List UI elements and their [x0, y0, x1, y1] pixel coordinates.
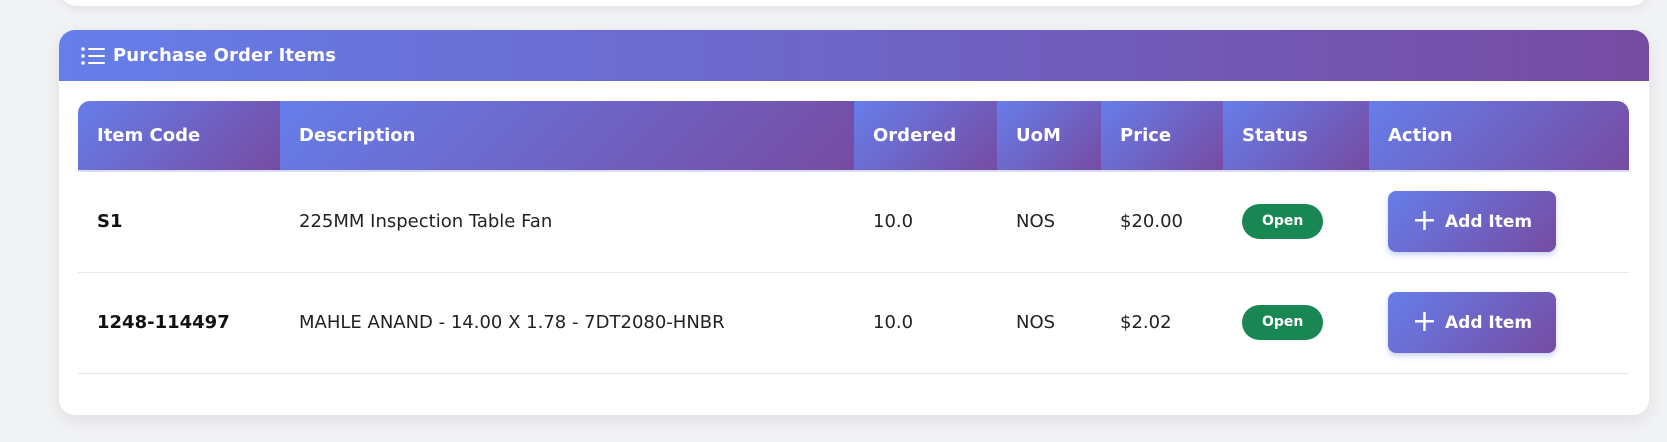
- status-cell: Open: [1223, 171, 1369, 273]
- status-cell: Open: [1223, 272, 1369, 374]
- item-code-cell: S1: [78, 171, 280, 273]
- plus-icon: +: [1411, 202, 1438, 238]
- description-cell: 225MM Inspection Table Fan: [280, 171, 854, 273]
- ordered-cell: 10.0: [854, 272, 997, 374]
- list-icon: [80, 46, 106, 66]
- ordered-cell: 10.0: [854, 171, 997, 273]
- header-uom: UoM: [997, 101, 1101, 172]
- price-cell: $20.00: [1101, 171, 1223, 273]
- card-title: Purchase Order Items: [113, 45, 337, 66]
- action-cell: + Add Item: [1369, 171, 1629, 273]
- header-description: Description: [280, 101, 854, 172]
- header-status: Status: [1223, 101, 1369, 172]
- items-table-wrapper: Item Code Description Ordered UoM Price …: [78, 101, 1629, 374]
- table-header-row: Item Code Description Ordered UoM Price …: [78, 101, 1629, 172]
- add-item-label: Add Item: [1445, 312, 1533, 333]
- price-cell: $2.02: [1101, 272, 1223, 374]
- uom-cell: NOS: [997, 272, 1101, 374]
- description-cell: MAHLE ANAND - 14.00 X 1.78 - 7DT2080-HNB…: [280, 272, 854, 374]
- header-action: Action: [1369, 101, 1629, 172]
- action-cell: + Add Item: [1369, 272, 1629, 374]
- add-item-button[interactable]: + Add Item: [1388, 292, 1556, 353]
- items-table: Item Code Description Ordered UoM Price …: [78, 101, 1629, 374]
- table-row: 1248-114497 MAHLE ANAND - 14.00 X 1.78 -…: [78, 272, 1629, 374]
- previous-card: [59, 0, 1649, 6]
- status-badge: Open: [1242, 204, 1324, 240]
- header-price: Price: [1101, 101, 1223, 172]
- item-code-cell: 1248-114497: [78, 272, 280, 374]
- status-badge: Open: [1242, 305, 1324, 340]
- header-ordered: Ordered: [854, 101, 997, 172]
- plus-icon: +: [1411, 303, 1438, 339]
- card-header: Purchase Order Items: [59, 30, 1649, 81]
- header-item-code: Item Code: [78, 101, 280, 172]
- purchase-order-items-card: Purchase Order Items Item Code Descripti…: [59, 30, 1649, 415]
- add-item-label: Add Item: [1445, 211, 1533, 232]
- uom-cell: NOS: [997, 171, 1101, 273]
- table-row: S1 225MM Inspection Table Fan 10.0 NOS $…: [78, 171, 1629, 273]
- add-item-button[interactable]: + Add Item: [1388, 191, 1556, 253]
